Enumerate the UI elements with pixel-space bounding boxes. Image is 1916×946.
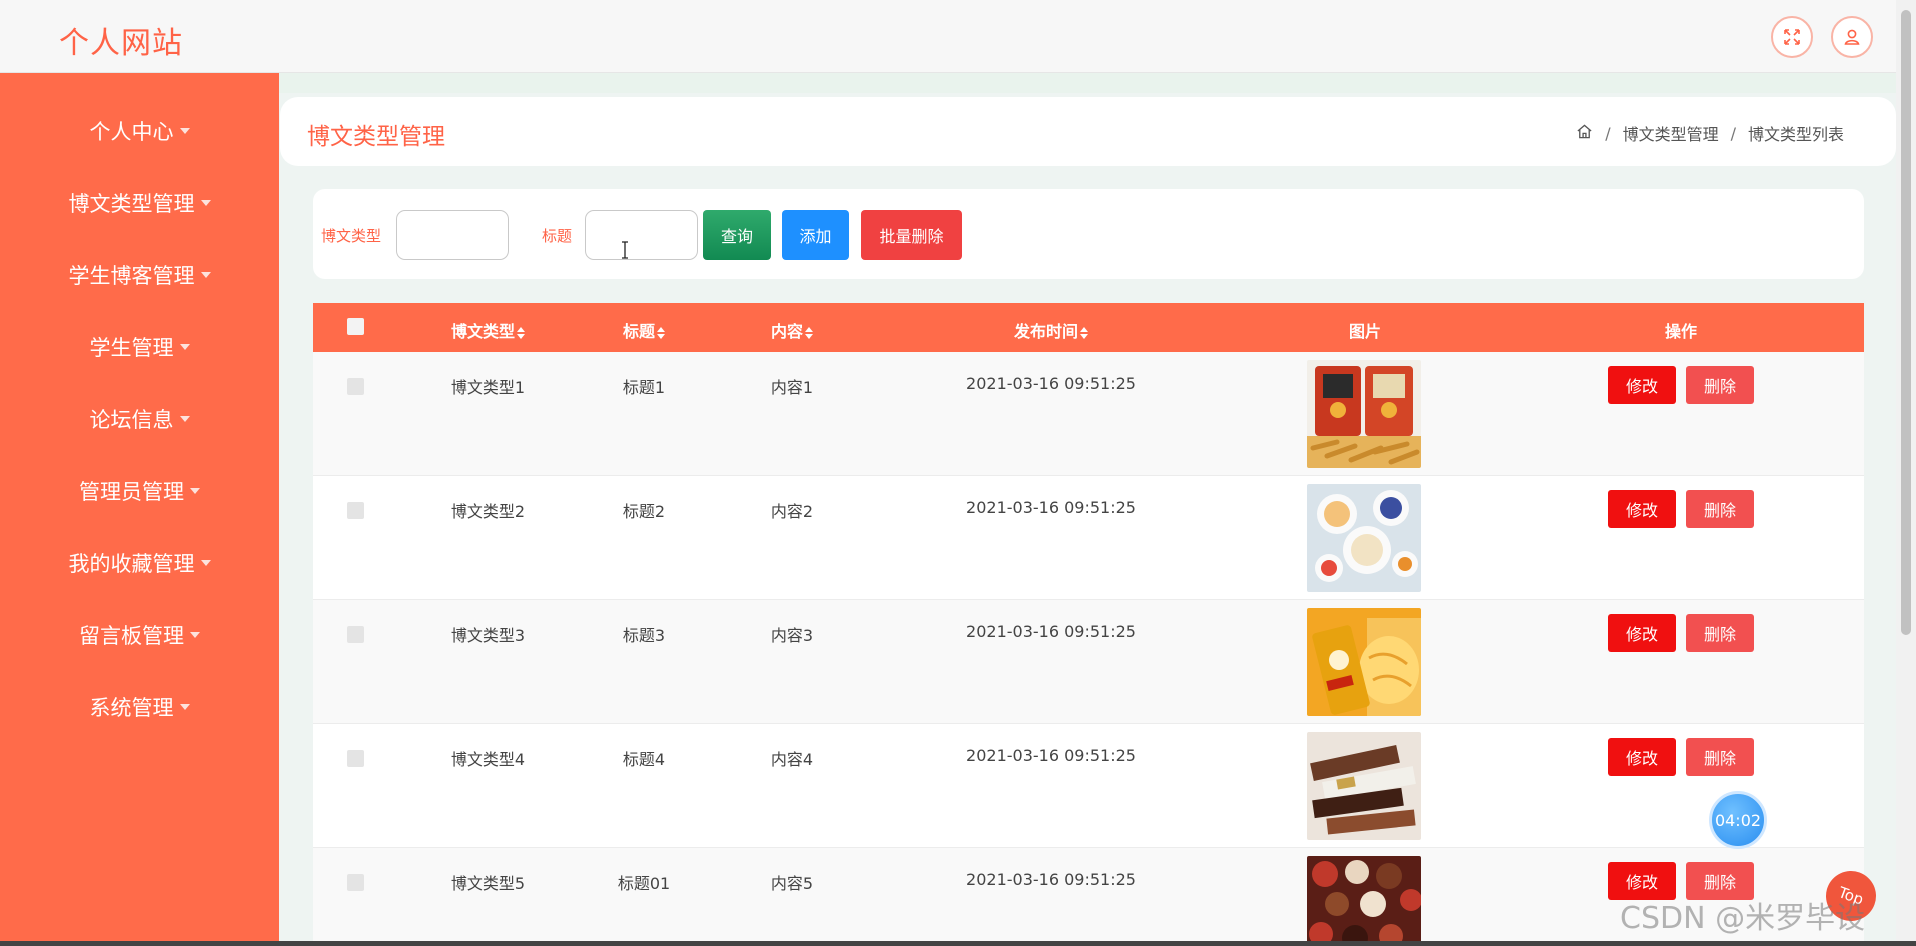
sidebar-item-students[interactable]: 学生管理 bbox=[0, 324, 279, 370]
edit-button[interactable]: 修改 bbox=[1608, 366, 1676, 404]
watermark: CSDN @米罗毕设 bbox=[1620, 901, 1866, 936]
site-title: 个人网站 bbox=[59, 26, 183, 61]
caret-down-icon bbox=[200, 560, 211, 566]
row-checkbox[interactable] bbox=[347, 874, 364, 891]
cell-title: 标题01 bbox=[617, 874, 671, 893]
row-checkbox[interactable] bbox=[347, 378, 364, 395]
title-input[interactable] bbox=[585, 210, 698, 260]
type-input[interactable] bbox=[396, 210, 509, 260]
breadcrumb-item-current: 博文类型列表 bbox=[1747, 125, 1844, 144]
data-table: 博文类型 标题 内容 发布时间 图片 操作 博文类型1 标题1 内容1 2021… bbox=[313, 303, 1864, 946]
sidebar-item-blog-type[interactable]: 博文类型管理 bbox=[0, 180, 279, 226]
home-icon[interactable] bbox=[1576, 123, 1593, 144]
cell-type: 博文类型5 bbox=[450, 874, 526, 893]
page-title: 博文类型管理 bbox=[307, 124, 445, 150]
sidebar-item-forum[interactable]: 论坛信息 bbox=[0, 396, 279, 442]
cell-time: 2021-03-16 09:51:25 bbox=[966, 498, 1136, 517]
table-row: 博文类型2 标题2 内容2 2021-03-16 09:51:25 修改 删除 bbox=[313, 476, 1864, 600]
cell-content: 内容1 bbox=[770, 378, 814, 397]
sort-icon bbox=[517, 326, 526, 339]
top-bar: 个人网站 bbox=[0, 0, 1896, 73]
caret-down-icon bbox=[179, 416, 190, 422]
cell-type: 博文类型2 bbox=[450, 502, 526, 521]
column-header-content[interactable]: 内容 bbox=[771, 318, 814, 342]
edit-button[interactable]: 修改 bbox=[1608, 490, 1676, 528]
cell-content: 内容5 bbox=[770, 874, 814, 893]
recording-timer[interactable]: 04:02 bbox=[1709, 791, 1767, 849]
column-header-title[interactable]: 标题 bbox=[623, 318, 666, 342]
cell-title: 标题2 bbox=[622, 502, 666, 521]
cell-type: 博文类型3 bbox=[450, 626, 526, 645]
row-image-snack-bag[interactable] bbox=[1307, 360, 1421, 468]
caret-down-icon bbox=[200, 272, 211, 278]
delete-button[interactable]: 删除 bbox=[1686, 614, 1754, 652]
caret-down-icon bbox=[179, 128, 190, 134]
query-button[interactable]: 查询 bbox=[703, 210, 771, 260]
caret-down-icon bbox=[200, 200, 211, 206]
breadcrumb: / 博文类型管理 / 博文类型列表 bbox=[1576, 121, 1844, 145]
cell-content: 内容2 bbox=[770, 502, 814, 521]
table-row: 博文类型4 标题4 内容4 2021-03-16 09:51:25 修改 删除 bbox=[313, 724, 1864, 848]
row-image-chips-can[interactable] bbox=[1307, 608, 1421, 716]
sidebar: 个人中心 博文类型管理 学生博客管理 学生管理 论坛信息 管理员管理 我的收藏管… bbox=[0, 73, 279, 946]
caret-down-icon bbox=[190, 632, 200, 638]
row-checkbox[interactable] bbox=[347, 626, 364, 643]
cell-content: 内容4 bbox=[770, 750, 814, 769]
cell-title: 标题1 bbox=[622, 378, 666, 397]
main-top-strip bbox=[279, 73, 1896, 93]
column-header-actions: 操作 bbox=[1664, 322, 1698, 341]
text-cursor-icon bbox=[622, 241, 628, 259]
add-button[interactable]: 添加 bbox=[782, 210, 849, 260]
select-all-checkbox[interactable] bbox=[347, 318, 364, 335]
caret-down-icon bbox=[190, 488, 200, 494]
table-row: 博文类型3 标题3 内容3 2021-03-16 09:51:25 修改 删除 bbox=[313, 600, 1864, 724]
sidebar-item-system[interactable]: 系统管理 bbox=[0, 684, 279, 730]
cell-time: 2021-03-16 09:51:25 bbox=[966, 374, 1136, 393]
fullscreen-icon[interactable] bbox=[1771, 16, 1813, 58]
caret-down-icon bbox=[179, 344, 190, 350]
cell-type: 博文类型1 bbox=[450, 378, 526, 397]
table-header: 博文类型 标题 内容 发布时间 图片 操作 bbox=[313, 303, 1864, 352]
delete-button[interactable]: 删除 bbox=[1686, 490, 1754, 528]
user-icon[interactable] bbox=[1831, 16, 1873, 58]
row-image-chocolates[interactable] bbox=[1307, 856, 1421, 946]
column-header-time[interactable]: 发布时间 bbox=[1014, 318, 1089, 342]
cell-title: 标题3 bbox=[622, 626, 666, 645]
cell-time: 2021-03-16 09:51:25 bbox=[966, 870, 1136, 889]
page-scrollbar[interactable] bbox=[1896, 0, 1916, 946]
row-image-yogurt-bowls[interactable] bbox=[1307, 484, 1421, 592]
column-header-image: 图片 bbox=[1348, 322, 1382, 341]
scrollbar-thumb[interactable] bbox=[1901, 10, 1911, 635]
type-label: 博文类型 bbox=[321, 227, 382, 245]
row-checkbox[interactable] bbox=[347, 502, 364, 519]
delete-button[interactable]: 删除 bbox=[1686, 738, 1754, 776]
sidebar-item-student-blog[interactable]: 学生博客管理 bbox=[0, 252, 279, 298]
cell-type: 博文类型4 bbox=[450, 750, 526, 769]
table-row: 博文类型1 标题1 内容1 2021-03-16 09:51:25 修改 删除 bbox=[313, 352, 1864, 476]
breadcrumb-item[interactable]: 博文类型管理 bbox=[1623, 121, 1719, 145]
sidebar-item-message-board[interactable]: 留言板管理 bbox=[0, 612, 279, 658]
taskbar-edge bbox=[0, 941, 1916, 946]
sort-icon bbox=[805, 326, 814, 339]
sort-icon bbox=[1080, 326, 1089, 339]
sidebar-item-favorites[interactable]: 我的收藏管理 bbox=[0, 540, 279, 586]
sidebar-item-personal-center[interactable]: 个人中心 bbox=[0, 108, 279, 154]
delete-button[interactable]: 删除 bbox=[1686, 366, 1754, 404]
page-header: 博文类型管理 / 博文类型管理 / 博文类型列表 bbox=[280, 97, 1896, 166]
caret-down-icon bbox=[179, 704, 190, 710]
search-panel: 博文类型 标题 查询 添加 批量删除 bbox=[313, 189, 1864, 279]
batch-delete-button[interactable]: 批量删除 bbox=[861, 210, 962, 260]
edit-button[interactable]: 修改 bbox=[1608, 614, 1676, 652]
cell-content: 内容3 bbox=[770, 626, 814, 645]
sidebar-item-admins[interactable]: 管理员管理 bbox=[0, 468, 279, 514]
row-checkbox[interactable] bbox=[347, 750, 364, 767]
cell-time: 2021-03-16 09:51:25 bbox=[966, 746, 1136, 765]
row-image-candy-bars[interactable] bbox=[1307, 732, 1421, 840]
edit-button[interactable]: 修改 bbox=[1608, 738, 1676, 776]
title-label: 标题 bbox=[542, 227, 573, 245]
column-header-type[interactable]: 博文类型 bbox=[451, 318, 526, 342]
cell-time: 2021-03-16 09:51:25 bbox=[966, 622, 1136, 641]
cell-title: 标题4 bbox=[622, 750, 666, 769]
sort-icon bbox=[657, 326, 666, 339]
